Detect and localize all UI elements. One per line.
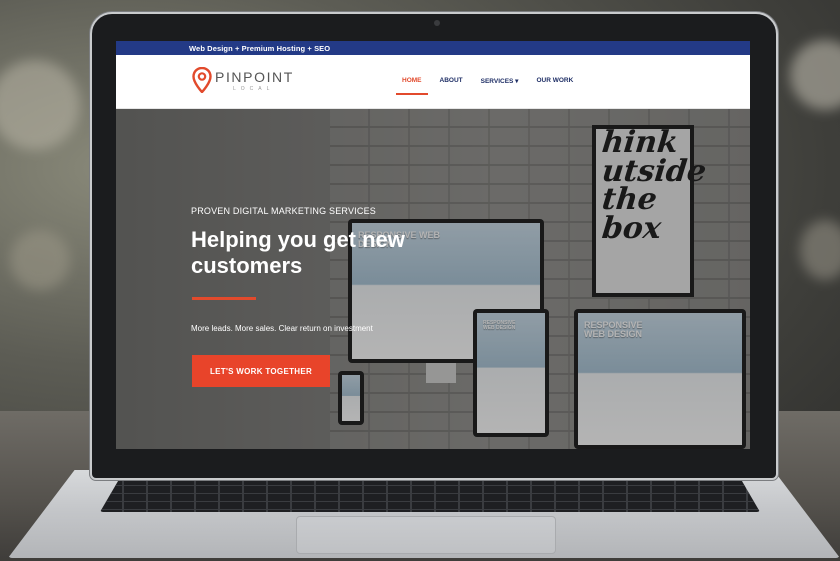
hero-overlay [116,109,750,449]
keyboard-rows [100,478,760,512]
hero-headline-line: Helping you get new [191,227,405,252]
map-pin-icon [192,66,212,94]
site-header: PINPOINT LOCAL HOME ABOUT SERVICES ▾ OUR… [116,55,750,109]
background-bokeh [790,40,840,110]
main-nav: HOME ABOUT SERVICES ▾ OUR WORK [396,77,573,95]
accent-divider [192,297,256,300]
background-bokeh [0,60,80,150]
hero-eyebrow: PROVEN DIGITAL MARKETING SERVICES [191,206,376,216]
laptop-lid: Web Design + Premium Hosting + SEO PINPO… [90,12,778,480]
nav-services[interactable]: SERVICES ▾ [481,77,519,91]
nav-our-work[interactable]: OUR WORK [536,77,573,91]
logo-tagline: LOCAL [233,85,275,92]
hero-section: hink utside the box RESPONSIVE WEB DESIG… [116,109,750,449]
laptop-screen: Web Design + Premium Hosting + SEO PINPO… [116,41,750,449]
laptop-trackpad [296,516,556,554]
background-bokeh [10,230,70,290]
site-logo[interactable]: PINPOINT LOCAL [192,66,294,94]
nav-home[interactable]: HOME [396,77,427,95]
hero-headline-line: customers [191,252,303,278]
promo-topbar: Web Design + Premium Hosting + SEO [116,41,750,55]
hero-headline: Helping you get new customers [191,227,491,279]
nav-about[interactable]: ABOUT [440,77,463,91]
logo-name: PINPOINT [215,68,294,85]
webcam [434,20,440,26]
hero-subtext: More leads. More sales. Clear return on … [191,324,373,333]
background-bokeh [800,220,840,280]
work-together-button[interactable]: LET'S WORK TOGETHER [192,355,330,387]
